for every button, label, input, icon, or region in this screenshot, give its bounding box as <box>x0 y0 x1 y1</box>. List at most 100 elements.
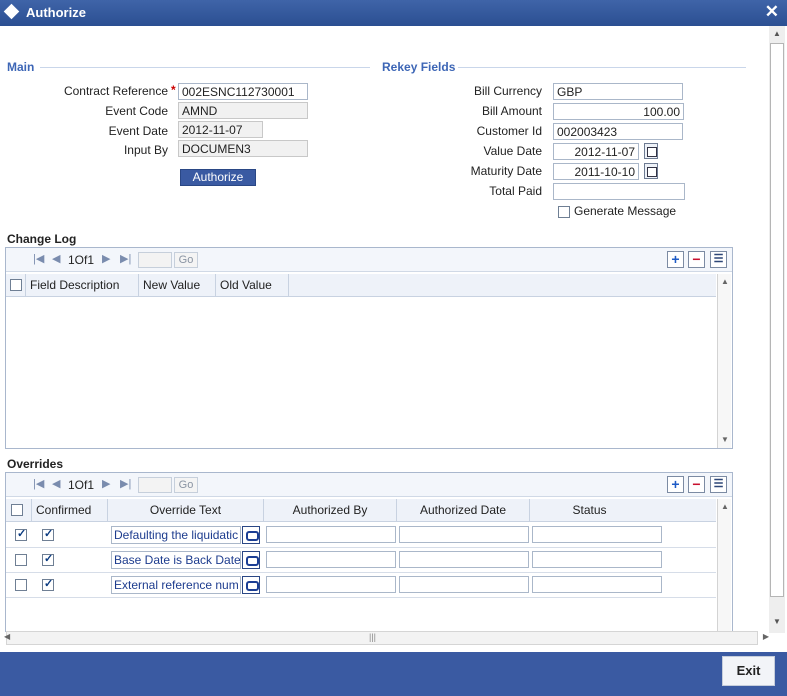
confirmed-checkbox[interactable] <box>42 527 54 541</box>
authorized-date-field[interactable] <box>399 526 529 543</box>
value-date-field[interactable]: 2012-11-07 <box>553 143 639 160</box>
title-bar: Authorize ✕ <box>0 0 787 26</box>
delete-row-icon[interactable]: − <box>688 251 705 268</box>
window-vscroll-thumb[interactable] <box>770 43 784 597</box>
add-row-icon[interactable]: + <box>667 476 684 493</box>
input-by-label: Input By <box>123 143 168 157</box>
single-view-icon[interactable]: ☰ <box>710 476 727 493</box>
override-text-field[interactable]: Base Date is Back Date <box>111 551 241 569</box>
override-text-field[interactable]: External reference num <box>111 576 241 594</box>
single-view-icon[interactable]: ☰ <box>710 251 727 268</box>
event-date-label: Event Date <box>108 124 168 138</box>
col-authorized-by: Authorized By <box>264 499 397 522</box>
maturity-date-calendar-icon[interactable] <box>644 163 658 179</box>
status-field[interactable] <box>532 576 662 593</box>
overrides-title: Overrides <box>7 457 64 471</box>
value-date-label: Value Date <box>483 144 542 158</box>
add-row-icon[interactable]: + <box>667 251 684 268</box>
authorized-date-field[interactable] <box>399 576 529 593</box>
overrides-vscroll[interactable]: ▲ <box>717 499 731 633</box>
expand-text-icon[interactable] <box>242 576 260 594</box>
authorized-by-field[interactable] <box>266 526 396 543</box>
status-field[interactable] <box>532 551 662 568</box>
footer-bar <box>0 652 787 696</box>
row-select-checkbox[interactable] <box>15 527 27 541</box>
bill-amount-label: Bill Amount <box>481 104 542 118</box>
col-authorized-date: Authorized Date <box>397 499 530 522</box>
maturity-date-field[interactable]: 2011-10-10 <box>553 163 639 180</box>
confirmed-checkbox[interactable] <box>42 577 54 591</box>
generate-message-checkbox[interactable] <box>558 206 570 218</box>
event-code-field: AMND <box>178 102 308 119</box>
next-page-icon[interactable]: ▶ <box>102 252 110 265</box>
expand-text-icon[interactable] <box>242 551 260 569</box>
col-field-description: Field Description <box>26 274 139 297</box>
row-select-checkbox[interactable] <box>15 579 27 591</box>
change-log-page-input[interactable] <box>138 252 172 268</box>
window-vscroll[interactable]: ▲ ▼ <box>769 26 785 633</box>
window-title: Authorize <box>26 5 86 20</box>
col-override-text: Override Text <box>108 499 264 522</box>
change-log-vscroll[interactable]: ▲ ▼ <box>717 274 731 448</box>
customer-id-field[interactable]: 002003423 <box>553 123 683 140</box>
last-page-icon[interactable]: ▶| <box>120 252 131 265</box>
overrides-page-info: 1Of1 <box>68 478 95 492</box>
change-log-go-button[interactable]: Go <box>174 252 198 268</box>
col-new-value: New Value <box>139 274 216 297</box>
first-page-icon[interactable]: |◀ <box>33 252 44 265</box>
event-date-field: 2012-11-07 <box>178 121 263 138</box>
authorize-button[interactable]: Authorize <box>180 169 256 186</box>
scroll-down-icon[interactable]: ▼ <box>773 617 781 626</box>
change-log-grid: |◀ ◀ 1Of1 ▶ ▶| Go + − ☰ Field Descriptio… <box>5 247 733 449</box>
col-old-value: Old Value <box>216 274 289 297</box>
next-page-icon[interactable]: ▶ <box>102 477 110 490</box>
authorized-by-field[interactable] <box>266 576 396 593</box>
bill-amount-field[interactable]: 100.00 <box>553 103 684 120</box>
scroll-up-icon[interactable]: ▲ <box>721 502 729 511</box>
override-text-field[interactable]: Defaulting the liquidatic <box>111 526 241 544</box>
bill-currency-field[interactable]: GBP <box>553 83 683 100</box>
select-all-checkbox[interactable] <box>11 504 23 516</box>
exit-button[interactable]: Exit <box>722 656 775 686</box>
prev-page-icon[interactable]: ◀ <box>52 252 60 265</box>
expand-text-icon[interactable] <box>242 526 260 544</box>
authorized-by-field[interactable] <box>266 551 396 568</box>
scroll-grip-icon[interactable]: ||| <box>369 632 376 642</box>
first-page-icon[interactable]: |◀ <box>33 477 44 490</box>
table-row: Defaulting the liquidatic <box>6 523 716 548</box>
generate-message-label: Generate Message <box>574 204 677 218</box>
contract-reference-label: Contract Reference <box>63 84 168 98</box>
bill-currency-label: Bill Currency <box>473 84 542 98</box>
scroll-down-icon[interactable]: ▼ <box>721 435 729 444</box>
overrides-go-button[interactable]: Go <box>174 477 198 493</box>
total-paid-field[interactable] <box>553 183 685 200</box>
overrides-header: Confirmed Override Text Authorized By Au… <box>6 499 716 522</box>
change-log-header: Field Description New Value Old Value <box>6 274 716 297</box>
contract-reference-field[interactable]: 002ESNC112730001 <box>178 83 308 100</box>
close-icon[interactable]: ✕ <box>765 2 779 22</box>
confirmed-checkbox[interactable] <box>42 552 54 566</box>
status-field[interactable] <box>532 526 662 543</box>
main-section-title: Main <box>7 60 35 74</box>
scroll-left-icon[interactable]: ◀ <box>4 632 10 641</box>
authorized-date-field[interactable] <box>399 551 529 568</box>
scroll-up-icon[interactable]: ▲ <box>773 29 781 38</box>
overrides-page-input[interactable] <box>138 477 172 493</box>
content-area: Main Contract Reference * 002ESNC1127300… <box>0 26 787 652</box>
overrides-navbar: |◀ ◀ 1Of1 ▶ ▶| Go + − ☰ <box>6 473 732 497</box>
select-all-checkbox[interactable] <box>10 279 22 291</box>
maturity-date-label: Maturity Date <box>470 164 542 178</box>
horizontal-scrollbar[interactable]: ◀ ||| ▶ <box>4 631 769 645</box>
event-code-label: Event Code <box>105 104 168 118</box>
row-select-checkbox[interactable] <box>15 554 27 566</box>
delete-row-icon[interactable]: − <box>688 476 705 493</box>
prev-page-icon[interactable]: ◀ <box>52 477 60 490</box>
scroll-right-icon[interactable]: ▶ <box>763 632 769 641</box>
header-cell <box>6 499 32 522</box>
input-by-field: DOCUMEN3 <box>178 140 308 157</box>
last-page-icon[interactable]: ▶| <box>120 477 131 490</box>
scroll-up-icon[interactable]: ▲ <box>721 277 729 286</box>
value-date-calendar-icon[interactable] <box>644 143 658 159</box>
col-status: Status <box>572 503 607 517</box>
customer-id-label: Customer Id <box>476 124 542 138</box>
